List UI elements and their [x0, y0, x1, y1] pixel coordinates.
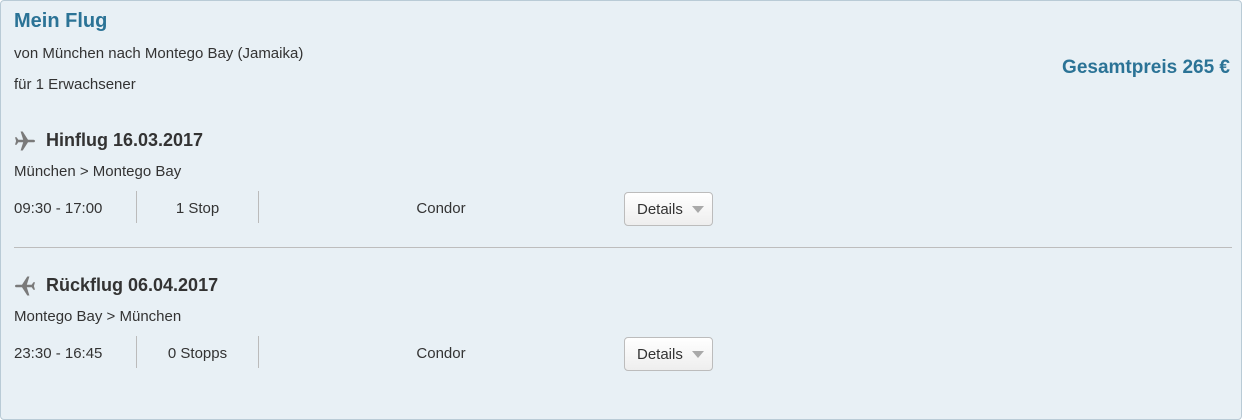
passenger-count: für 1 Erwachsener	[14, 76, 136, 93]
outbound-time: 09:30 - 17:00	[14, 200, 103, 217]
outbound-route: München > Montego Bay	[14, 163, 182, 180]
return-time: 23:30 - 16:45	[14, 345, 103, 362]
route-summary: von München nach Montego Bay (Jamaika)	[14, 45, 304, 62]
plane-right-icon	[13, 129, 37, 153]
return-route: Montego Bay > München	[14, 308, 182, 325]
caret-down-icon	[692, 351, 704, 358]
details-button-label: Details	[637, 346, 683, 363]
plane-left-icon	[13, 274, 37, 298]
outbound-flight-section: Hinflug 16.03.2017 München > Montego Bay…	[1, 125, 1243, 235]
flight-summary-panel: Mein Flug von München nach Montego Bay (…	[0, 0, 1242, 420]
details-button-label: Details	[637, 201, 683, 218]
return-airline: Condor	[416, 345, 466, 362]
column-separator	[258, 191, 259, 223]
section-divider	[14, 247, 1232, 248]
outbound-title: Hinflug 16.03.2017	[46, 130, 204, 150]
outbound-stops: 1 Stop	[175, 200, 220, 217]
return-stops: 0 Stopps	[167, 345, 228, 362]
return-flight-section: Rückflug 06.04.2017 Montego Bay > Münche…	[1, 270, 1243, 380]
outbound-airline: Condor	[416, 200, 466, 217]
outbound-details-button[interactable]: Details	[624, 192, 713, 226]
caret-down-icon	[692, 206, 704, 213]
page-title: Mein Flug	[14, 10, 108, 32]
total-price: Gesamtpreis 265 €	[1062, 57, 1230, 78]
column-separator	[258, 336, 259, 368]
return-details-button[interactable]: Details	[624, 337, 713, 371]
return-title: Rückflug 06.04.2017	[46, 275, 219, 295]
